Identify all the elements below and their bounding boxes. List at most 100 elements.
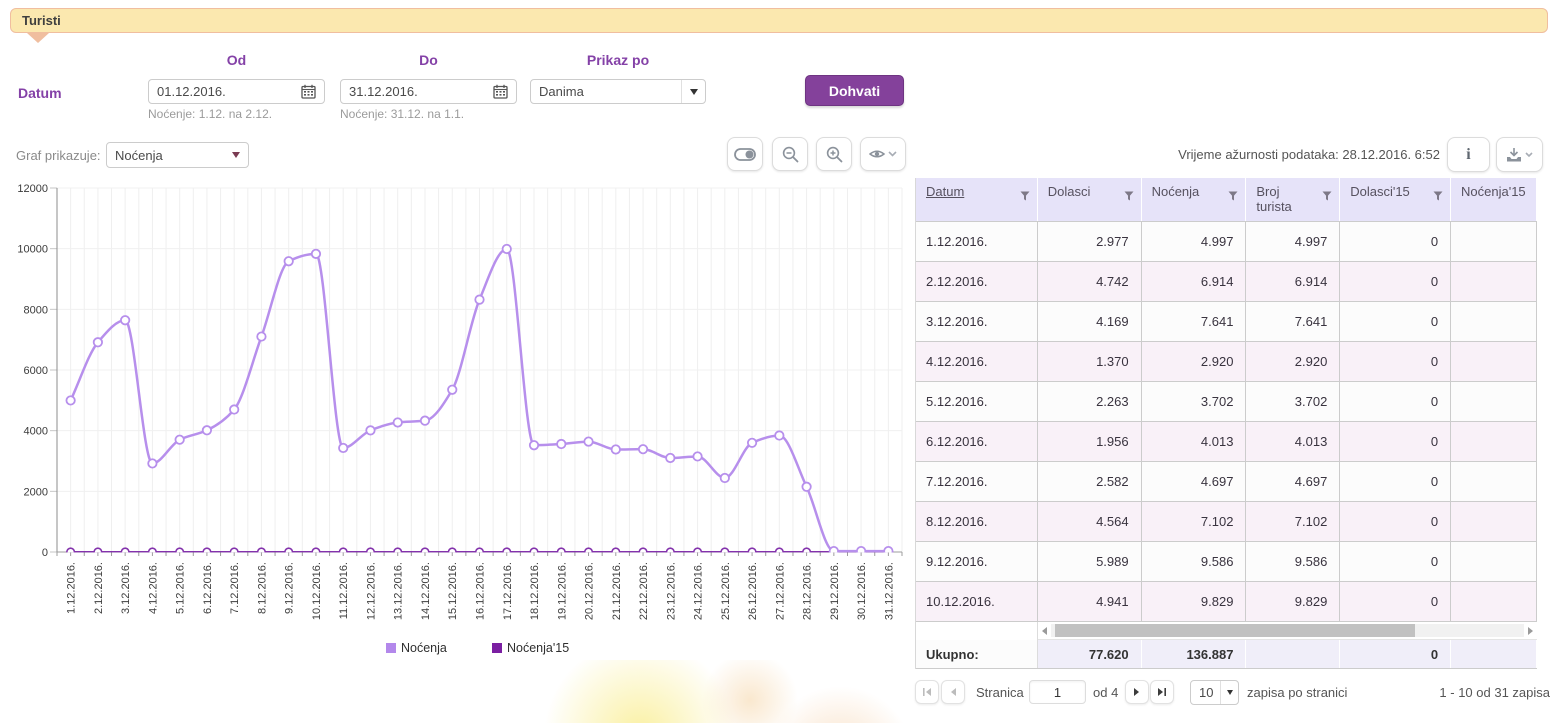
svg-text:17.12.2016.: 17.12.2016.	[502, 562, 514, 620]
do-label: Do	[340, 52, 517, 68]
table-cell: 4.997	[1142, 222, 1247, 262]
table-cell	[1451, 222, 1537, 262]
table-cell: 9.12.2016.	[916, 542, 1038, 582]
svg-text:2.12.2016.: 2.12.2016.	[93, 562, 105, 614]
table-cell: 9.586	[1246, 542, 1340, 582]
table-row[interactable]: 5.12.2016.2.2633.7023.7020	[916, 382, 1537, 422]
table-row[interactable]: 6.12.2016.1.9564.0134.0130	[916, 422, 1537, 462]
filter-icon[interactable]	[1124, 189, 1134, 204]
table-cell: 2.12.2016.	[916, 262, 1038, 302]
page-next-button[interactable]	[1125, 680, 1149, 704]
table-cell: 10.12.2016.	[916, 582, 1038, 622]
date-from-value: 01.12.2016.	[157, 84, 301, 99]
table-row[interactable]: 4.12.2016.1.3702.9202.9200	[916, 342, 1537, 382]
chart-visibility-button[interactable]	[860, 137, 906, 171]
table-cell: 8.12.2016.	[916, 502, 1038, 542]
calendar-icon[interactable]	[301, 84, 316, 99]
table-cell: 0	[1340, 502, 1451, 542]
svg-text:21.12.2016.: 21.12.2016.	[611, 562, 623, 620]
column-header-1[interactable]: Dolasci	[1038, 178, 1142, 221]
filter-icon[interactable]	[1433, 189, 1443, 204]
column-header-4[interactable]: Dolasci'15	[1340, 178, 1451, 221]
scrollbar-thumb[interactable]	[1055, 624, 1415, 637]
table-row[interactable]: 2.12.2016.4.7426.9146.9140	[916, 262, 1537, 302]
svg-text:6000: 6000	[24, 365, 48, 377]
page-size-value: 10	[1191, 685, 1220, 700]
table-cell: 6.914	[1246, 262, 1340, 302]
table-cell: 4.169	[1038, 302, 1142, 342]
zoom-in-button[interactable]	[816, 137, 852, 171]
panel-pointer	[27, 33, 49, 43]
dohvati-button[interactable]: Dohvati	[805, 75, 904, 106]
svg-text:2000: 2000	[24, 486, 48, 498]
footer-value	[1451, 640, 1537, 668]
svg-text:25.12.2016.: 25.12.2016.	[720, 562, 732, 620]
table-row[interactable]: 8.12.2016.4.5647.1027.1020	[916, 502, 1537, 542]
horizontal-scrollbar[interactable]	[1038, 622, 1537, 640]
svg-text:1.12.2016.: 1.12.2016.	[66, 562, 78, 614]
scroll-right-arrow[interactable]	[1524, 627, 1537, 635]
svg-text:31.12.2016.: 31.12.2016.	[883, 562, 895, 620]
records-range-label: 1 - 10 od 31 zapisa	[1380, 685, 1550, 700]
page-prev-button[interactable]	[941, 680, 965, 704]
date-to-input[interactable]: 31.12.2016.	[340, 79, 517, 104]
filter-icon[interactable]	[1228, 189, 1238, 204]
svg-text:18.12.2016.: 18.12.2016.	[529, 562, 541, 620]
page-size-label: zapisa po stranici	[1247, 685, 1347, 700]
data-updated-text: Vrijeme ažurnosti podataka: 28.12.2016. …	[915, 147, 1440, 162]
svg-text:12000: 12000	[17, 183, 48, 195]
svg-text:3.12.2016.: 3.12.2016.	[120, 562, 132, 614]
svg-text:16.12.2016.: 16.12.2016.	[475, 562, 487, 620]
zoom-out-button[interactable]	[772, 137, 808, 171]
table-cell	[1451, 262, 1537, 302]
table-cell	[1451, 422, 1537, 462]
svg-text:27.12.2016.: 27.12.2016.	[774, 562, 786, 620]
date-from-input[interactable]: 01.12.2016.	[148, 79, 325, 104]
column-header-3[interactable]: Broj turista	[1246, 178, 1340, 221]
graf-prikazuje-select[interactable]: Noćenja	[106, 142, 249, 168]
column-header-0[interactable]: Datum	[916, 178, 1038, 221]
line-chart: 0200040006000800010000120001.12.2016.2.1…	[0, 180, 915, 680]
page-number-input[interactable]: 1	[1029, 680, 1086, 704]
table-row[interactable]: 3.12.2016.4.1697.6417.6410	[916, 302, 1537, 342]
svg-text:30.12.2016.: 30.12.2016.	[856, 562, 868, 620]
svg-text:Noćenja: Noćenja	[401, 641, 447, 655]
panel-header[interactable]: Turisti	[10, 8, 1548, 33]
filter-icon[interactable]	[1322, 189, 1332, 204]
table-cell: 5.989	[1038, 542, 1142, 582]
download-button[interactable]	[1496, 137, 1543, 172]
svg-text:23.12.2016.: 23.12.2016.	[665, 562, 677, 620]
table-scroll-row	[916, 622, 1537, 640]
table-cell: 2.920	[1142, 342, 1247, 382]
svg-text:14.12.2016.: 14.12.2016.	[420, 562, 432, 620]
table-cell: 7.102	[1246, 502, 1340, 542]
panel-title: Turisti	[22, 13, 61, 28]
column-header-2[interactable]: Noćenja	[1142, 178, 1247, 221]
table-cell: 3.702	[1142, 382, 1247, 422]
page-last-button[interactable]	[1150, 680, 1174, 704]
svg-text:13.12.2016.: 13.12.2016.	[393, 562, 405, 620]
prikaz-po-select[interactable]: Danima	[530, 79, 706, 104]
table-row[interactable]: 10.12.2016.4.9419.8299.8290	[916, 582, 1537, 622]
table-row[interactable]: 1.12.2016.2.9774.9974.9970	[916, 222, 1537, 262]
page-first-button[interactable]	[915, 680, 939, 704]
table-cell: 2.582	[1038, 462, 1142, 502]
table-cell: 0	[1340, 262, 1451, 302]
column-header-5[interactable]: Noćenja'15	[1451, 178, 1537, 221]
table-row[interactable]: 9.12.2016.5.9899.5869.5860	[916, 542, 1537, 582]
table-cell: 0	[1340, 462, 1451, 502]
table-cell: 4.941	[1038, 582, 1142, 622]
filter-icon[interactable]	[1020, 189, 1030, 204]
chart-toggle-button[interactable]	[727, 137, 763, 171]
table-cell: 7.102	[1142, 502, 1247, 542]
info-button[interactable]: i	[1447, 137, 1490, 172]
table-cell: 2.920	[1246, 342, 1340, 382]
do-note: Noćenje: 31.12. na 1.1.	[340, 107, 464, 121]
calendar-icon[interactable]	[493, 84, 508, 99]
svg-text:19.12.2016.: 19.12.2016.	[556, 562, 568, 620]
svg-text:29.12.2016.: 29.12.2016.	[829, 562, 841, 620]
table-cell: 2.263	[1038, 382, 1142, 422]
scroll-left-arrow[interactable]	[1038, 627, 1051, 635]
table-row[interactable]: 7.12.2016.2.5824.6974.6970	[916, 462, 1537, 502]
page-size-select[interactable]: 10	[1190, 680, 1239, 705]
